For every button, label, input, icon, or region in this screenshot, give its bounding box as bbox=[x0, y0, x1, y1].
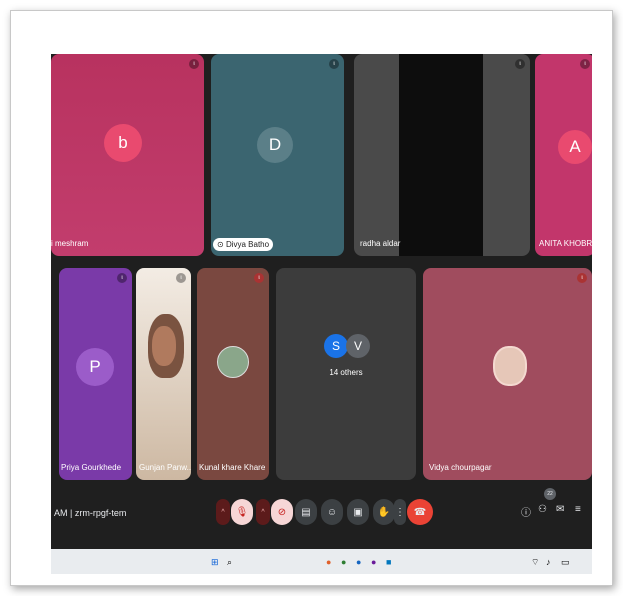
app-icon[interactable]: ● bbox=[371, 557, 376, 567]
meet-window: ι b i meshram ι D ⊙ Divya Batho ι radha … bbox=[51, 54, 592, 574]
screenshot-frame: ι b i meshram ι D ⊙ Divya Batho ι radha … bbox=[10, 10, 613, 586]
participant-tile[interactable]: ι P Priya Gourkhede bbox=[59, 268, 132, 480]
present-button[interactable]: ▣ bbox=[347, 499, 369, 525]
participants-badge: 22 bbox=[544, 488, 556, 500]
participant-tile[interactable]: ι Vidya chourpagar bbox=[423, 268, 592, 480]
mic-off-icon: ι bbox=[577, 273, 587, 283]
participant-name: ⊙ Divya Batho bbox=[213, 238, 274, 251]
emoji-button[interactable]: ☺ bbox=[321, 499, 343, 525]
app-icon[interactable]: ■ bbox=[386, 557, 391, 567]
participant-name: Kunal khare Khare bbox=[199, 463, 266, 472]
taskbar: ⊞ ⌕ ● ● ● ● ■ ⌔ ♪ ▭ bbox=[51, 549, 592, 574]
mic-off-icon: ι bbox=[254, 273, 264, 283]
app-icon[interactable]: ● bbox=[341, 557, 346, 567]
participant-name: Priya Gourkhede bbox=[61, 463, 122, 472]
mic-off-icon: ι bbox=[176, 273, 186, 283]
leave-call-button[interactable]: ☎ bbox=[407, 499, 433, 525]
participant-tile[interactable]: ι radha aldar bbox=[354, 54, 530, 256]
participant-tile[interactable]: ι A ANITA KHOBRAGA bbox=[535, 54, 592, 256]
participant-tile[interactable]: ι b i meshram bbox=[51, 54, 204, 256]
avatar-photo bbox=[217, 346, 249, 378]
avatar-photo bbox=[493, 346, 527, 386]
avatar: S bbox=[324, 334, 348, 358]
avatar: D bbox=[257, 127, 293, 163]
mic-off-icon: ι bbox=[515, 59, 525, 69]
participant-name: Gunjan Panw... bbox=[139, 463, 191, 472]
pin-icon: ⊙ bbox=[217, 240, 224, 249]
more-options-button[interactable]: ⋮ bbox=[394, 499, 406, 525]
search-icon[interactable]: ⌕ bbox=[227, 557, 232, 568]
face-video bbox=[152, 326, 176, 366]
camera-off-button[interactable]: ⊘ bbox=[271, 499, 293, 525]
mic-off-icon: ι bbox=[189, 59, 199, 69]
participant-tile[interactable]: ι Kunal khare Khare bbox=[197, 268, 269, 480]
meeting-info: AM | zrm-rpgf-tem bbox=[54, 508, 127, 518]
app-icon[interactable]: ● bbox=[326, 557, 331, 567]
chat-icon[interactable]: ✉ bbox=[556, 504, 564, 515]
participant-name: radha aldar bbox=[360, 239, 401, 248]
captions-button[interactable]: ▤ bbox=[295, 499, 317, 525]
mic-off-icon: ι bbox=[329, 59, 339, 69]
activities-icon[interactable]: ≡ bbox=[575, 504, 581, 515]
wifi-icon[interactable]: ⌔ bbox=[531, 557, 539, 568]
camera-options-button[interactable]: ^ bbox=[256, 499, 270, 525]
video-feed bbox=[399, 54, 483, 256]
app-icon[interactable]: ● bbox=[356, 557, 361, 567]
participant-name: Vidya chourpagar bbox=[429, 463, 492, 472]
volume-icon[interactable]: ♪ bbox=[546, 557, 551, 567]
battery-icon[interactable]: ▭ bbox=[561, 557, 570, 568]
info-icon[interactable]: ⓘ bbox=[521, 504, 531, 519]
avatar: b bbox=[104, 124, 142, 162]
mic-off-icon: ι bbox=[117, 273, 127, 283]
participant-tile[interactable]: ι Gunjan Panw... bbox=[136, 268, 191, 480]
raise-hand-button[interactable]: ✋ bbox=[373, 499, 395, 525]
participant-tile[interactable]: ι D ⊙ Divya Batho bbox=[211, 54, 344, 256]
participant-name: i meshram bbox=[51, 239, 89, 248]
avatar: P bbox=[76, 348, 114, 386]
people-icon[interactable]: 22 ⚇ bbox=[538, 488, 556, 515]
others-count: 14 others bbox=[329, 368, 363, 377]
mic-off-icon: ι bbox=[580, 59, 590, 69]
mic-off-button[interactable]: 🎙 bbox=[231, 499, 253, 525]
avatar: V bbox=[346, 334, 370, 358]
mic-options-button[interactable]: ^ bbox=[216, 499, 230, 525]
avatar: A bbox=[558, 130, 592, 164]
participant-tile[interactable]: S V 14 others bbox=[276, 268, 416, 480]
participant-name: ANITA KHOBRAGA bbox=[539, 239, 592, 248]
start-icon[interactable]: ⊞ bbox=[211, 557, 219, 568]
